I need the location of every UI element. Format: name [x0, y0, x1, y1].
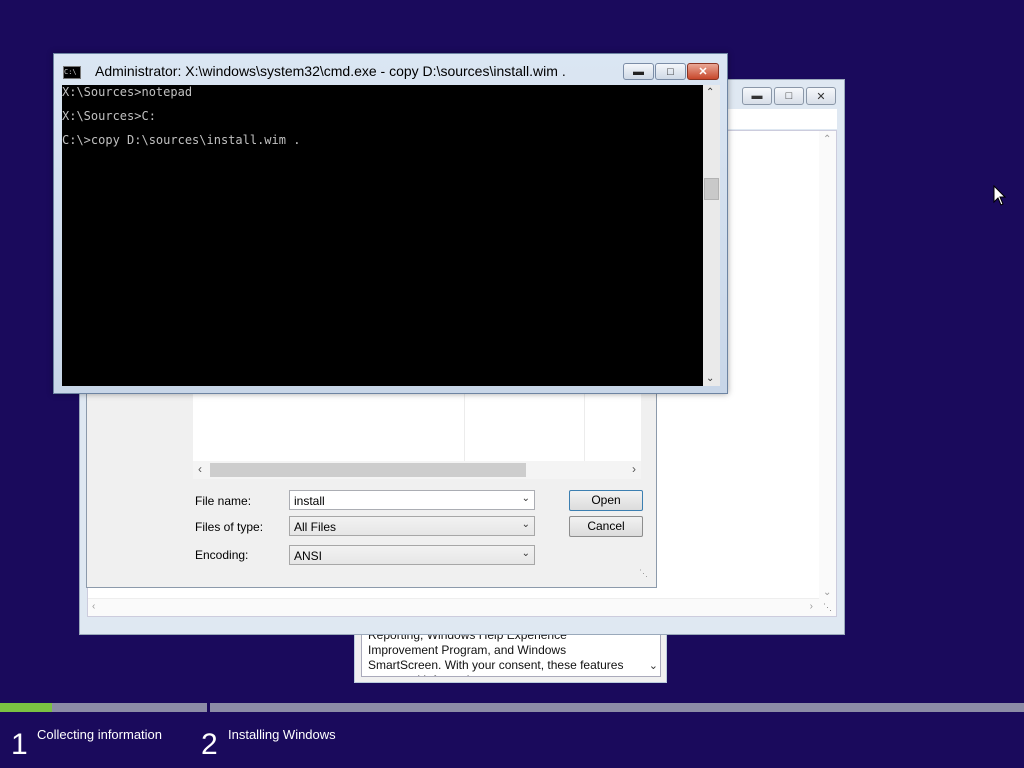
horizontal-scrollbar[interactable]: ‹ › [88, 598, 819, 616]
console-line: X:\Sources>C: [62, 109, 156, 123]
maximize-icon[interactable]: □ [655, 63, 686, 80]
files-of-type-label: Files of type: [195, 520, 264, 534]
encoding-value: ANSI [294, 549, 323, 563]
chevron-left-icon[interactable]: ‹ [198, 462, 202, 476]
step-number: 2 [201, 728, 218, 761]
setup-progress-bar [0, 703, 1024, 712]
console-line: C:\>copy D:\sources\install.wim . [62, 133, 301, 147]
scrollbar-thumb[interactable] [704, 178, 719, 200]
scrollbar-thumb[interactable] [210, 463, 526, 477]
step-number: 1 [11, 728, 28, 761]
step-label: Collecting information [37, 727, 163, 742]
license-text: Reporting, Windows Help Experience Impro… [368, 628, 624, 676]
chevron-up-icon[interactable]: ⌃ [823, 134, 831, 145]
file-name-field[interactable]: install ⌄ [289, 490, 535, 510]
chevron-down-icon[interactable]: ⌄ [706, 373, 714, 384]
progress-segment-installing [210, 703, 1024, 712]
files-of-type-select[interactable]: All Files ⌄ [289, 516, 535, 536]
mouse-cursor-icon [993, 185, 1007, 206]
chevron-left-icon[interactable]: ‹ [92, 601, 95, 612]
progress-fill [0, 703, 52, 712]
chevron-down-icon[interactable]: ⌄ [522, 493, 530, 504]
step-label: Installing Windows [228, 727, 336, 742]
close-icon[interactable]: ✕ [687, 63, 719, 80]
resize-grip-icon[interactable]: ⋱ [819, 599, 836, 616]
chevron-up-icon[interactable]: ⌃ [706, 87, 714, 98]
chevron-down-icon[interactable]: ⌄ [823, 587, 831, 598]
minimize-icon[interactable]: ▬ [623, 63, 654, 80]
encoding-select[interactable]: ANSI ⌄ [289, 545, 535, 565]
cancel-button[interactable]: Cancel [569, 516, 643, 537]
vertical-scrollbar[interactable]: ⌃ ⌄ [819, 131, 836, 601]
open-button[interactable]: Open [569, 490, 643, 511]
notepad-window-controls: ▬ □ ✕ [742, 87, 836, 105]
minimize-icon[interactable]: ▬ [742, 87, 772, 105]
console-line: X:\Sources>notepad [62, 85, 193, 99]
chevron-right-icon[interactable]: › [632, 462, 636, 476]
chevron-down-icon[interactable]: ⌄ [522, 519, 530, 530]
cmd-window: C:\ Administrator: X:\windows\system32\c… [53, 53, 728, 394]
progress-segment-collecting [0, 703, 207, 712]
file-name-value: install [294, 494, 325, 508]
cmd-console[interactable]: X:\Sources>notepad X:\Sources>C: C:\>cop… [62, 85, 703, 386]
cmd-vertical-scrollbar[interactable]: ⌃ ⌄ [703, 85, 720, 386]
cmd-icon[interactable]: C:\ [63, 66, 81, 79]
maximize-icon[interactable]: □ [774, 87, 804, 105]
cmd-window-controls: ▬ □ ✕ [623, 63, 719, 80]
chevron-down-icon[interactable]: ⌄ [522, 548, 530, 559]
chevron-down-icon[interactable]: ⌄ [649, 659, 658, 672]
file-name-label: File name: [195, 494, 252, 508]
chevron-right-icon[interactable]: › [810, 601, 813, 612]
file-list-horizontal-scrollbar[interactable]: ‹ › [193, 461, 641, 479]
files-of-type-value: All Files [294, 520, 337, 534]
cmd-window-title: Administrator: X:\windows\system32\cmd.e… [95, 63, 566, 79]
close-icon[interactable]: ✕ [806, 87, 836, 105]
resize-grip-icon[interactable]: ⋱ [639, 568, 648, 579]
encoding-label: Encoding: [195, 548, 249, 562]
